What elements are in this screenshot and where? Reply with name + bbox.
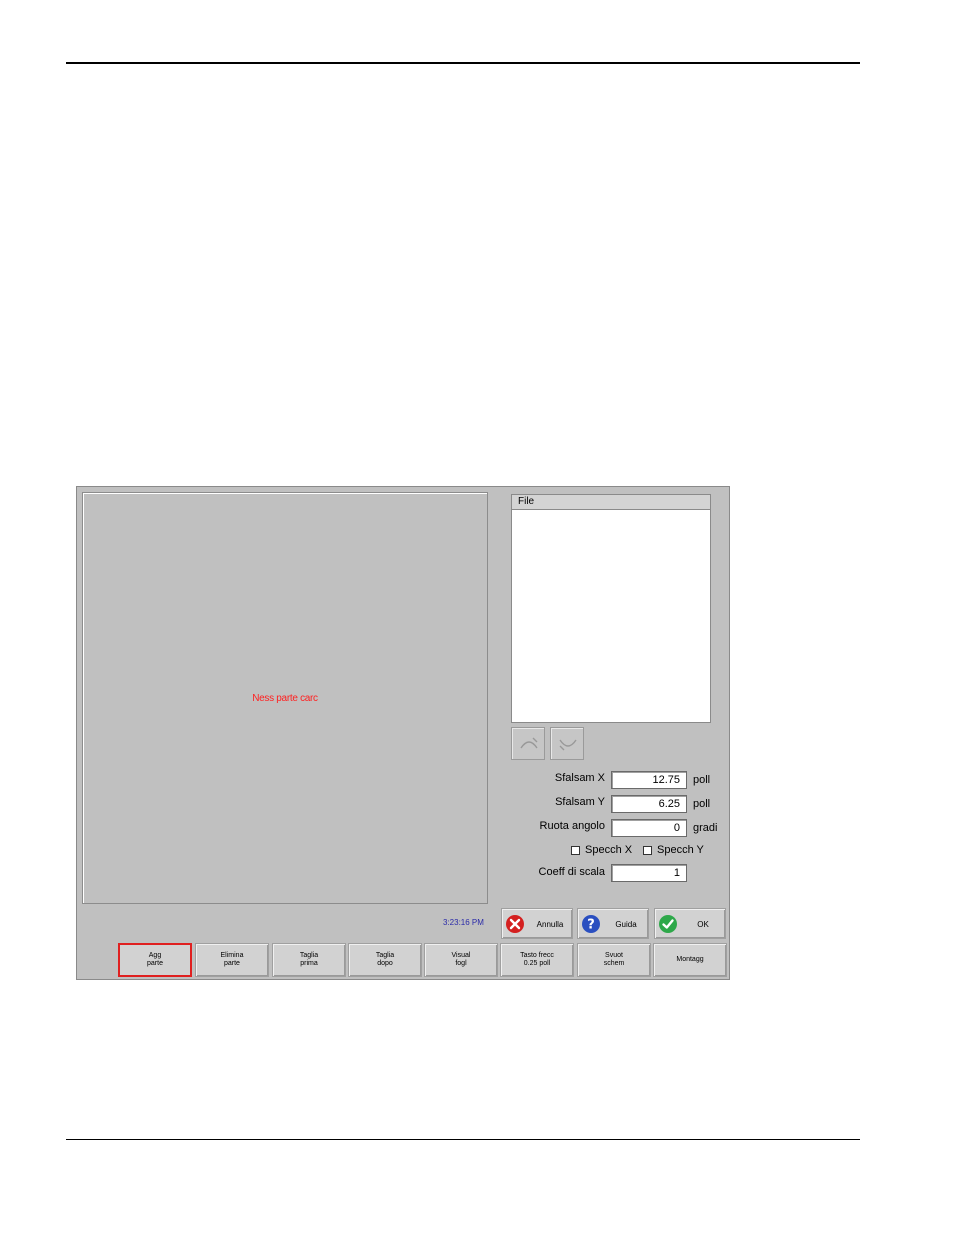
- checkmark-icon: [659, 915, 677, 933]
- add-part-button[interactable]: Agg parte: [118, 943, 192, 977]
- arrow-key-step-button[interactable]: Tasto frecc 0.25 poll: [500, 943, 574, 977]
- file-list-header: File: [512, 495, 710, 510]
- help-button-label: Guida: [615, 920, 637, 929]
- cancel-x-icon: [506, 915, 524, 933]
- ok-button[interactable]: OK: [654, 908, 726, 939]
- delete-part-button[interactable]: Elimina parte: [195, 943, 269, 977]
- offset-x-unit: poll: [693, 774, 711, 786]
- scale-factor-field[interactable]: 1: [611, 864, 687, 882]
- mirror-y-label: Specch Y: [657, 844, 704, 856]
- cancel-button-label: Annulla: [536, 920, 564, 929]
- curve-icon: [559, 739, 577, 751]
- rotate-angle-label: Ruota angolo: [539, 820, 605, 832]
- help-button[interactable]: ? Guida: [577, 908, 649, 939]
- cut-before-button[interactable]: Taglia prima: [272, 943, 346, 977]
- offset-y-label: Sfalsam Y: [555, 796, 605, 808]
- offset-x-label: Sfalsam X: [554, 772, 605, 784]
- part-preview-area: Ness parte carc: [82, 492, 488, 904]
- curve-icon: [520, 737, 538, 749]
- clear-nest-button[interactable]: Svuot schem: [577, 943, 651, 977]
- mirror-x-checkbox[interactable]: Specch X: [571, 844, 632, 856]
- view-sheets-button[interactable]: Visual fogl: [424, 943, 498, 977]
- rotate-angle-field[interactable]: 0: [611, 819, 687, 837]
- offset-x-field[interactable]: 12.75: [611, 771, 687, 789]
- curve-left-button[interactable]: [511, 727, 545, 760]
- checkbox-box: [571, 845, 580, 855]
- file-list[interactable]: File: [511, 494, 711, 723]
- rotate-angle-unit: gradi: [693, 822, 718, 834]
- nest-screen: Ness parte carc File Sfalsam X 12.75 pol…: [76, 486, 730, 980]
- clock-display: 3:23:16 PM: [443, 918, 484, 927]
- mirror-y-checkbox[interactable]: Specch Y: [643, 844, 704, 856]
- offset-y-unit: poll: [693, 798, 711, 810]
- header-rule: [66, 62, 860, 64]
- curve-right-button[interactable]: [550, 727, 584, 760]
- checkbox-box: [643, 845, 652, 855]
- cut-after-button[interactable]: Taglia dopo: [348, 943, 422, 977]
- offset-y-field[interactable]: 6.25: [611, 795, 687, 813]
- svg-text:?: ?: [587, 918, 595, 933]
- scale-factor-label: Coeff di scala: [538, 866, 605, 878]
- ok-button-label: OK: [697, 920, 709, 929]
- mirror-x-label: Specch X: [585, 844, 633, 856]
- no-part-loaded-message: Ness parte carc: [252, 693, 318, 704]
- footer-rule: [66, 1139, 860, 1140]
- assembly-button[interactable]: Montagg: [653, 943, 727, 977]
- cancel-button[interactable]: Annulla: [501, 908, 573, 939]
- help-question-icon: ?: [582, 915, 600, 933]
